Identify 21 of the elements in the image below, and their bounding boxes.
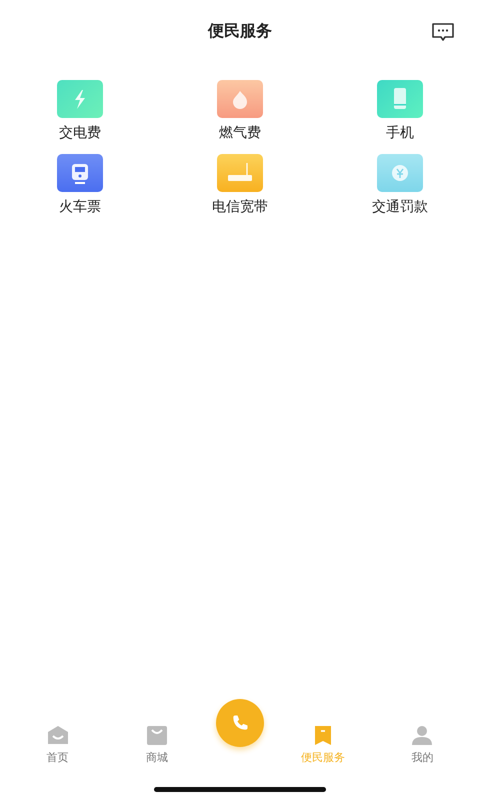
home-icon <box>46 723 70 747</box>
message-icon[interactable] <box>431 22 455 42</box>
service-label[interactable]: 火车票 <box>59 198 101 216</box>
user-icon <box>410 723 434 747</box>
service-label[interactable]: 手机 <box>386 124 414 142</box>
service-label[interactable]: 燃气费 <box>219 124 261 142</box>
service-label[interactable]: 交通罚款 <box>372 198 428 216</box>
yen-coin-icon[interactable] <box>377 154 423 192</box>
router-icon[interactable] <box>217 154 263 192</box>
bag-icon <box>144 723 169 747</box>
page-title: 便民服务 <box>208 20 272 42</box>
service-label[interactable]: 电信宽带 <box>212 198 268 216</box>
train-icon[interactable] <box>57 154 103 192</box>
flame-icon[interactable] <box>217 80 263 118</box>
call-button[interactable] <box>216 699 264 747</box>
tab-item[interactable]: 商城 <box>116 723 197 765</box>
lightning-icon[interactable] <box>57 80 103 118</box>
service-label[interactable]: 交电费 <box>59 124 101 142</box>
tab-item[interactable]: 首页 <box>18 723 98 765</box>
phone-icon[interactable] <box>377 80 423 118</box>
tab-item[interactable]: 我的 <box>382 723 462 765</box>
